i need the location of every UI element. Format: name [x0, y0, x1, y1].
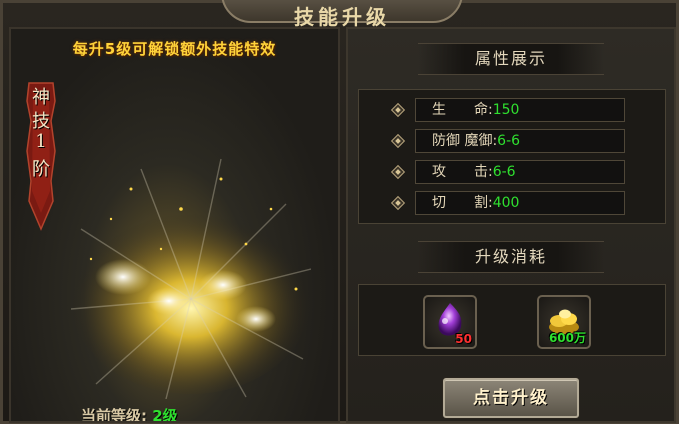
attribute-cell: 防御 魔御:6-6	[415, 129, 625, 153]
attribute-label: 切 割:	[432, 195, 493, 211]
attribute-cell: 攻 击:6-6	[415, 160, 625, 184]
current-level-value: 2级	[152, 407, 178, 423]
window-title-tab: 技能升级	[221, 0, 463, 29]
attribute-value: 6-6	[497, 133, 521, 149]
cost-title: 升级消耗	[418, 241, 604, 273]
attribute-value: 6-6	[492, 164, 516, 180]
current-level: 当前等级: 2级	[81, 405, 178, 423]
attribute-value: 400	[492, 195, 520, 211]
badge-char-3: 1	[35, 131, 47, 152]
attribute-row: 切 割:400	[359, 191, 667, 217]
cost-item-gold[interactable]: 600万	[537, 295, 591, 349]
attribute-cell: 切 割:400	[415, 191, 625, 215]
cost-item-count: 50	[455, 332, 472, 346]
attributes-title: 属性展示	[418, 43, 604, 75]
diamond-bullet-icon	[390, 195, 406, 211]
attribute-label: 攻 击:	[432, 164, 493, 180]
info-panel: 属性展示 生 命:150 防御 魔御:6-6 攻 击:6-6 切 割:400 升…	[346, 27, 676, 423]
current-level-label: 当前等级:	[81, 407, 147, 423]
attribute-row: 防御 魔御:6-6	[359, 129, 667, 155]
upgrade-button[interactable]: 点击升级	[443, 378, 579, 418]
attributes-box: 生 命:150 防御 魔御:6-6 攻 击:6-6 切 割:400	[358, 89, 666, 224]
attribute-label: 防御 魔御:	[432, 133, 498, 149]
badge-char-1: 神	[32, 87, 50, 108]
attribute-row: 生 命:150	[359, 98, 667, 124]
attribute-value: 150	[492, 102, 520, 118]
skill-tier-badge: 神 技 1 阶	[23, 81, 59, 231]
attribute-label: 生 命:	[432, 102, 493, 118]
badge-char-4: 阶	[32, 159, 50, 180]
badge-char-2: 技	[32, 111, 50, 132]
skill-effect-panel: 每升5级可解锁额外技能特效 神 技 1 阶 当前等级: 2级	[9, 27, 340, 423]
attribute-row: 攻 击:6-6	[359, 160, 667, 186]
cost-box: 50 600万	[358, 284, 666, 356]
window-title: 技能升级	[294, 5, 390, 29]
skill-upgrade-window: 技能升级 每升5级可解锁额外技能特效 神 技 1 阶 当前等级: 2级 属性展示…	[0, 0, 679, 424]
diamond-bullet-icon	[390, 133, 406, 149]
diamond-bullet-icon	[390, 102, 406, 118]
unlock-hint: 每升5级可解锁额外技能特效	[72, 40, 277, 58]
diamond-bullet-icon	[390, 164, 406, 180]
cost-item-count: 600万	[548, 331, 586, 345]
cost-item-gem[interactable]: 50	[423, 295, 477, 349]
attribute-cell: 生 命:150	[415, 98, 625, 122]
skill-burst-effect	[71, 158, 311, 399]
